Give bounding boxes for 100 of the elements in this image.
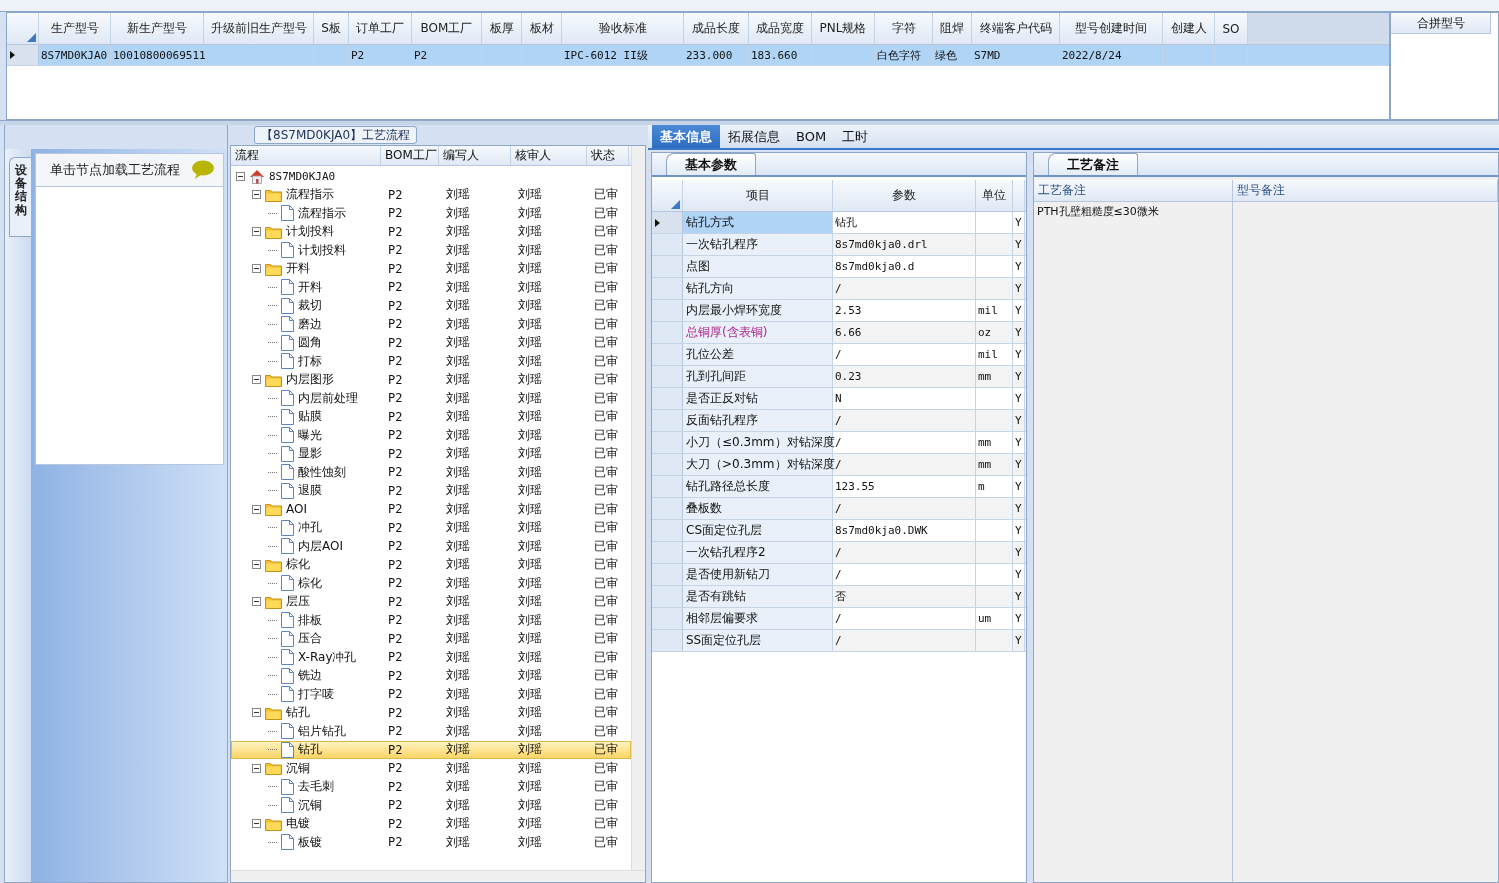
column-header[interactable]: 型号创建时间 bbox=[1060, 13, 1163, 44]
vertical-tab[interactable]: 设备结构 bbox=[9, 157, 31, 237]
tree-row[interactable]: 8S7MD0KJA0 bbox=[231, 167, 631, 186]
horizontal-scrollbar[interactable] bbox=[231, 870, 645, 882]
tree-row[interactable]: 铝片钻孔 P2 刘瑶 刘瑶 已审 bbox=[231, 722, 631, 741]
parameter-name[interactable]: 内层最小焊环宽度 bbox=[683, 300, 833, 321]
parameter-name[interactable]: 叠板数 bbox=[683, 498, 833, 519]
column-header[interactable]: 项目 bbox=[683, 180, 833, 211]
parameter-name[interactable]: CS面定位孔层 bbox=[683, 520, 833, 541]
column-header[interactable]: 成品长度 bbox=[684, 13, 749, 44]
column-header[interactable]: 成品宽度 bbox=[749, 13, 812, 44]
tree-row[interactable]: 计划投料 P2 刘瑶 刘瑶 已审 bbox=[231, 222, 631, 241]
column-header[interactable]: 型号备注 bbox=[1233, 180, 1498, 201]
tree-row[interactable]: 酸性蚀刻 P2 刘瑶 刘瑶 已审 bbox=[231, 463, 631, 482]
collapse-icon[interactable] bbox=[252, 763, 261, 773]
tree-row[interactable]: X-Ray冲孔 P2 刘瑶 刘瑶 已审 bbox=[231, 648, 631, 667]
parameter-name[interactable]: 相邻层偏要求 bbox=[683, 608, 833, 629]
tree-row[interactable]: 打标 P2 刘瑶 刘瑶 已审 bbox=[231, 352, 631, 371]
vertical-scrollbar[interactable] bbox=[631, 146, 645, 870]
grid-row[interactable]: 8S7MD0KJA0 10010800069511 P2 P2 IPC-6012 II级 233.000 183.660 白色字符 绿色 S7MD 2022/8/24 bbox=[7, 45, 1389, 66]
column-header[interactable]: 升级前旧生产型号 bbox=[204, 13, 314, 44]
tree-row[interactable]: 棕化 P2 刘瑶 刘瑶 已审 bbox=[231, 555, 631, 574]
tab[interactable]: BOM bbox=[788, 125, 835, 148]
parameter-name[interactable]: 一次钻孔程序2 bbox=[683, 542, 833, 563]
tree-row[interactable]: 打字唛 P2 刘瑶 刘瑶 已审 bbox=[231, 685, 631, 704]
tree-row[interactable]: 排板 P2 刘瑶 刘瑶 已审 bbox=[231, 611, 631, 630]
column-header[interactable]: 订单工厂 bbox=[349, 13, 412, 44]
tab[interactable]: 基本信息 bbox=[652, 125, 720, 148]
column-header[interactable]: 状态 bbox=[587, 146, 629, 165]
parameter-name[interactable]: 孔到孔间距 bbox=[683, 366, 833, 387]
collapse-icon[interactable] bbox=[236, 171, 245, 181]
tree-row[interactable]: 开料 P2 刘瑶 刘瑶 已审 bbox=[231, 278, 631, 297]
tree-row[interactable]: 棕化 P2 刘瑶 刘瑶 已审 bbox=[231, 574, 631, 593]
tree-row[interactable]: 流程指示 P2 刘瑶 刘瑶 已审 bbox=[231, 204, 631, 223]
tree-row[interactable]: 磨边 P2 刘瑶 刘瑶 已审 bbox=[231, 315, 631, 334]
tree-row[interactable]: 显影 P2 刘瑶 刘瑶 已审 bbox=[231, 444, 631, 463]
collapse-icon[interactable] bbox=[252, 708, 261, 718]
parameter-name[interactable]: 钻孔方式 bbox=[683, 212, 833, 233]
parameter-name[interactable]: 总铜厚(含表铜) bbox=[683, 322, 833, 343]
parameter-name[interactable]: 一次钻孔程序 bbox=[683, 234, 833, 255]
column-header[interactable]: 字符 bbox=[875, 13, 933, 44]
collapse-icon[interactable] bbox=[252, 504, 261, 514]
tree-row[interactable]: AOI P2 刘瑶 刘瑶 已审 bbox=[231, 500, 631, 519]
panel-tab[interactable]: 工艺备注 bbox=[1048, 153, 1138, 175]
column-header[interactable]: 参数 bbox=[833, 180, 976, 211]
tree-row[interactable]: 沉铜 P2 刘瑶 刘瑶 已审 bbox=[231, 759, 631, 778]
column-header[interactable]: BOM工厂 bbox=[412, 13, 482, 44]
column-header[interactable]: 创建人 bbox=[1163, 13, 1215, 44]
tree-row[interactable]: 板镀 P2 刘瑶 刘瑶 已审 bbox=[231, 833, 631, 852]
column-header[interactable]: 单位 bbox=[976, 180, 1013, 211]
parameter-name[interactable]: 是否正反对钻 bbox=[683, 388, 833, 409]
tree-row[interactable]: 计划投料 P2 刘瑶 刘瑶 已审 bbox=[231, 241, 631, 260]
row-header[interactable] bbox=[7, 45, 39, 65]
tree-row[interactable]: 铣边 P2 刘瑶 刘瑶 已审 bbox=[231, 666, 631, 685]
parameter-name[interactable]: 钻孔方向 bbox=[683, 278, 833, 299]
column-header[interactable]: 核审人 bbox=[511, 146, 587, 165]
column-header[interactable]: 工艺备注 bbox=[1034, 180, 1233, 201]
tree-row[interactable]: 贴膜 P2 刘瑶 刘瑶 已审 bbox=[231, 407, 631, 426]
column-header[interactable]: S板 bbox=[314, 13, 349, 44]
parameter-name[interactable]: 反面钻孔程序 bbox=[683, 410, 833, 431]
tree-row[interactable]: 沉铜 P2 刘瑶 刘瑶 已审 bbox=[231, 796, 631, 815]
column-header[interactable]: 阻焊 bbox=[933, 13, 972, 44]
column-header[interactable]: 编写人 bbox=[439, 146, 511, 165]
tree-row[interactable]: 曝光 P2 刘瑶 刘瑶 已审 bbox=[231, 426, 631, 445]
tree-row[interactable]: 退膜 P2 刘瑶 刘瑶 已审 bbox=[231, 481, 631, 500]
tree-row[interactable]: 钻孔 P2 刘瑶 刘瑶 已审 bbox=[231, 703, 631, 722]
tree-row[interactable]: 去毛刺 P2 刘瑶 刘瑶 已审 bbox=[231, 777, 631, 796]
column-header[interactable]: 新生产型号 bbox=[111, 13, 204, 44]
collapse-icon[interactable] bbox=[252, 597, 261, 607]
tree-row[interactable]: 流程指示 P2 刘瑶 刘瑶 已审 bbox=[231, 185, 631, 204]
tab[interactable]: 工时 bbox=[834, 125, 877, 148]
tree-row[interactable]: 压合 P2 刘瑶 刘瑶 已审 bbox=[231, 629, 631, 648]
tree-row[interactable]: 开料 P2 刘瑶 刘瑶 已审 bbox=[231, 259, 631, 278]
column-header[interactable]: 验收标准 bbox=[562, 13, 684, 44]
collapse-icon[interactable] bbox=[252, 264, 261, 274]
tree-row[interactable]: 内层前处理 P2 刘瑶 刘瑶 已审 bbox=[231, 389, 631, 408]
tree-row[interactable]: 冲孔 P2 刘瑶 刘瑶 已审 bbox=[231, 518, 631, 537]
parameter-name[interactable]: SS面定位孔层 bbox=[683, 630, 833, 651]
tree-row[interactable]: 电镀 P2 刘瑶 刘瑶 已审 bbox=[231, 814, 631, 833]
column-header[interactable]: 流程 bbox=[231, 146, 381, 165]
tree-row[interactable]: 钻孔 P2 刘瑶 刘瑶 已审 bbox=[231, 740, 631, 759]
column-header[interactable]: 生产型号 bbox=[39, 13, 111, 44]
column-header[interactable]: PNL规格 bbox=[812, 13, 875, 44]
parameter-name[interactable]: 钻孔路径总长度 bbox=[683, 476, 833, 497]
collapse-icon[interactable] bbox=[252, 190, 261, 200]
tree-row[interactable]: 裁切 P2 刘瑶 刘瑶 已审 bbox=[231, 296, 631, 315]
collapse-icon[interactable] bbox=[252, 375, 261, 385]
column-header[interactable]: BOM工厂 bbox=[381, 146, 439, 165]
tree-row[interactable]: 内层AOI P2 刘瑶 刘瑶 已审 bbox=[231, 537, 631, 556]
parameter-name[interactable]: 是否有跳钻 bbox=[683, 586, 833, 607]
collapse-icon[interactable] bbox=[252, 560, 261, 570]
column-header[interactable]: 合拼型号 bbox=[1391, 13, 1491, 34]
tree-row[interactable]: 层压 P2 刘瑶 刘瑶 已审 bbox=[231, 592, 631, 611]
panel-tab[interactable]: 基本参数 bbox=[666, 153, 756, 175]
parameter-name[interactable]: 孔位公差 bbox=[683, 344, 833, 365]
tree-row[interactable]: 内层图形 P2 刘瑶 刘瑶 已审 bbox=[231, 370, 631, 389]
column-header[interactable]: 板厚 bbox=[482, 13, 522, 44]
collapse-icon[interactable] bbox=[252, 819, 261, 829]
row-header[interactable] bbox=[652, 212, 683, 233]
parameter-name[interactable]: 是否使用新钻刀 bbox=[683, 564, 833, 585]
